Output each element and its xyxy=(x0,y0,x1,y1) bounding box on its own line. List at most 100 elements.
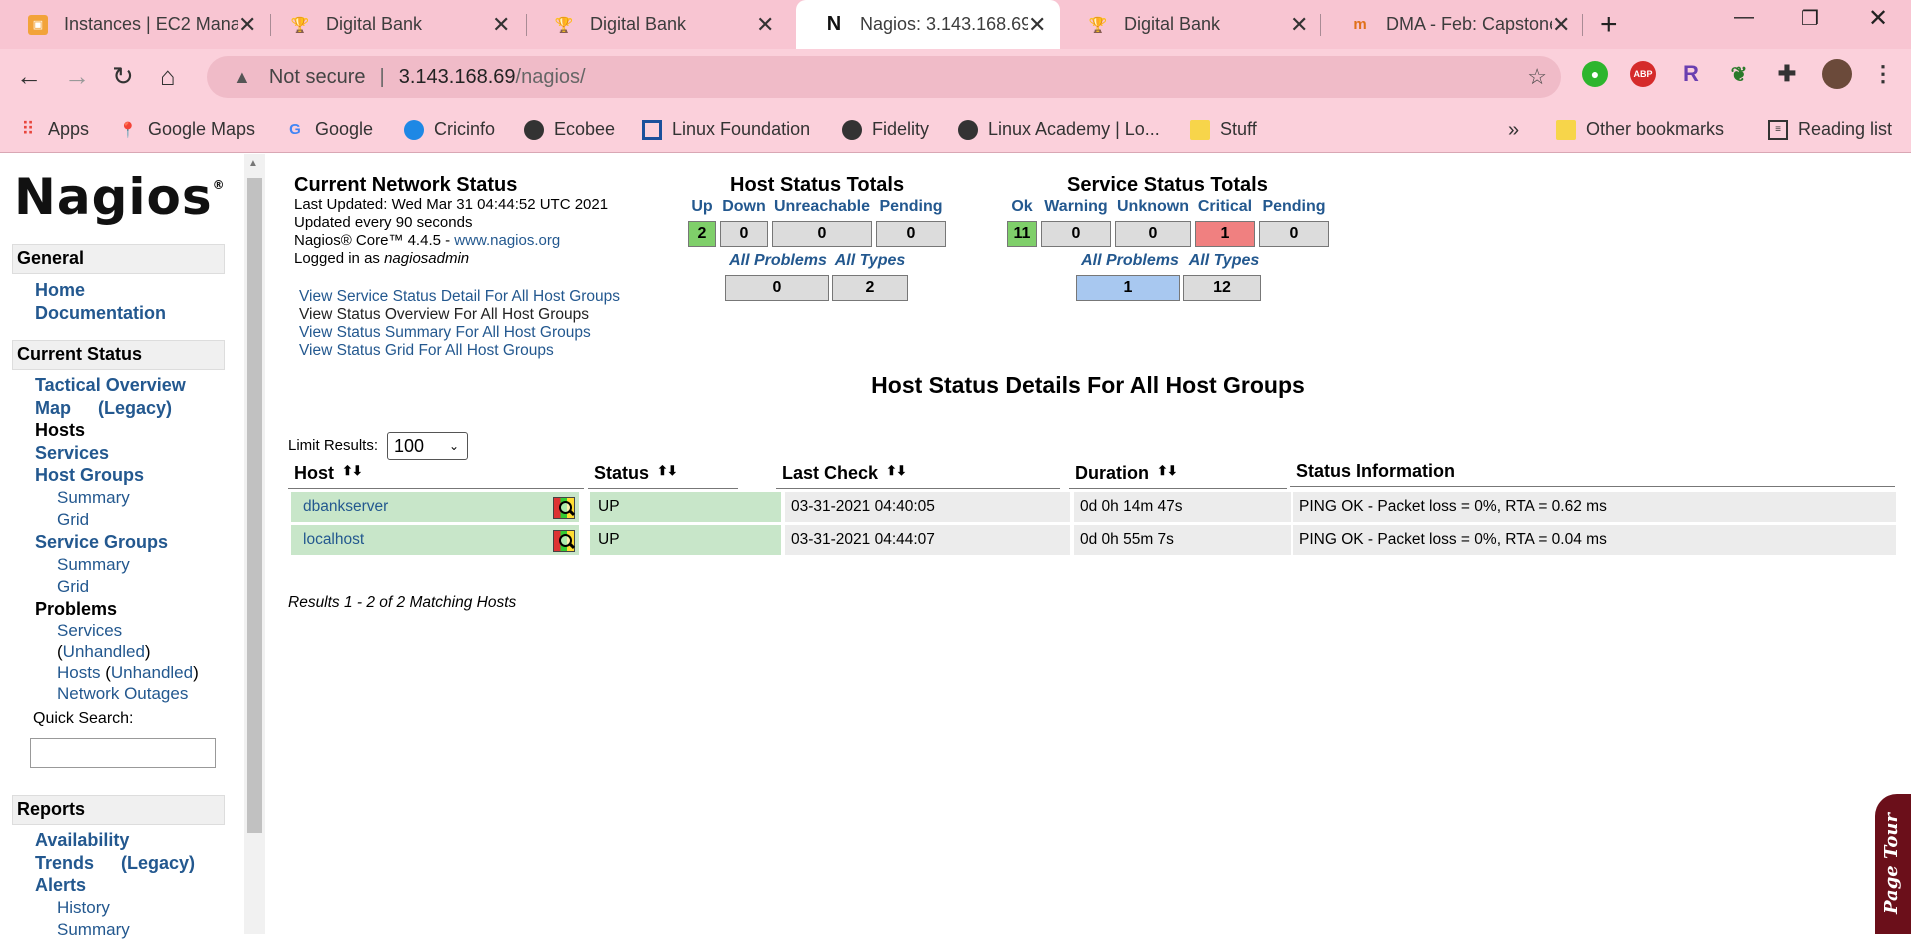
sort-arrows-icon[interactable]: ⬆⬇ xyxy=(886,463,907,478)
scroll-up-arrow-icon[interactable]: ▲ xyxy=(248,158,258,169)
nav-alerts[interactable]: Alerts xyxy=(35,875,86,896)
bookmark-linux-foundation[interactable]: Linux Foundation xyxy=(642,119,810,140)
nav-problems-services[interactable]: Services xyxy=(57,621,122,641)
service-all-types-header[interactable]: All Types xyxy=(1185,252,1263,270)
view-status-summary-link[interactable]: View Status Summary For All Host Groups xyxy=(299,324,591,342)
nav-trends[interactable]: Trends xyxy=(35,853,94,874)
puzzle-extensions-icon[interactable]: ✚ xyxy=(1774,61,1800,87)
host-down-count[interactable]: 0 xyxy=(720,221,768,247)
restore-icon[interactable]: ❐ xyxy=(1801,6,1819,31)
bookmark-linux-academy[interactable]: Linux Academy | Lo... xyxy=(958,119,1160,140)
nav-service-groups-summary[interactable]: Summary xyxy=(57,555,130,575)
nav-home[interactable]: Home xyxy=(35,280,85,301)
bookmark-google[interactable]: G Google xyxy=(285,119,373,140)
nav-hosts[interactable]: Hosts xyxy=(35,420,85,441)
avatar[interactable] xyxy=(1822,59,1852,89)
bookmarks-overflow-button[interactable]: » xyxy=(1508,119,1519,142)
host-all-problems-header[interactable]: All Problems xyxy=(727,252,829,270)
service-critical-count[interactable]: 1 xyxy=(1195,221,1255,247)
sidebar-scrollbar[interactable]: ▲ xyxy=(244,154,265,934)
service-critical-header[interactable]: Critical xyxy=(1194,198,1256,216)
host-up-count[interactable]: 2 xyxy=(688,221,716,247)
host-all-problems-count[interactable]: 0 xyxy=(725,275,829,301)
host-service-detail-icon[interactable] xyxy=(553,530,575,552)
extension-bird-icon[interactable]: ❦ xyxy=(1726,61,1752,87)
tab-dma[interactable]: m DMA - Feb: Capstone ✕ xyxy=(1322,0,1584,49)
reload-icon[interactable]: ↻ xyxy=(112,61,134,92)
host-link[interactable]: dbankserver xyxy=(303,498,388,515)
view-status-grid-link[interactable]: View Status Grid For All Host Groups xyxy=(299,342,554,360)
nav-map[interactable]: Map xyxy=(35,398,71,419)
quick-search-input[interactable] xyxy=(30,738,216,768)
home-icon[interactable]: ⌂ xyxy=(160,61,176,92)
nav-trends-legacy[interactable]: (Legacy) xyxy=(121,853,195,874)
host-link[interactable]: localhost xyxy=(303,531,364,548)
bookmark-apps[interactable]: ⠿ Apps xyxy=(18,119,89,140)
close-icon[interactable]: ✕ xyxy=(756,12,774,38)
back-arrow-icon[interactable]: ← xyxy=(16,61,42,92)
bookmark-star-icon[interactable]: ☆ xyxy=(1527,64,1547,90)
nagios-logo[interactable]: Nagios® xyxy=(14,168,226,226)
tab-digital-bank-2[interactable]: 🏆 Digital Bank ✕ xyxy=(526,0,788,49)
close-icon[interactable]: ✕ xyxy=(238,12,256,38)
tab-ec2[interactable]: ▣ Instances | EC2 Mana ✕ xyxy=(0,0,270,49)
adblock-icon[interactable]: ABP xyxy=(1630,61,1656,87)
bookmark-cricinfo[interactable]: Cricinfo xyxy=(404,119,495,140)
forward-arrow-icon[interactable]: → xyxy=(64,61,90,92)
nav-tactical-overview[interactable]: Tactical Overview xyxy=(35,375,186,396)
service-warning-count[interactable]: 0 xyxy=(1041,221,1111,247)
service-pending-header[interactable]: Pending xyxy=(1258,198,1330,216)
host-up-header[interactable]: Up xyxy=(687,198,717,216)
bookmark-ecobee[interactable]: Ecobee xyxy=(524,119,615,140)
nav-host-groups[interactable]: Host Groups xyxy=(35,465,144,486)
service-all-types-count[interactable]: 12 xyxy=(1183,275,1261,301)
nav-service-groups[interactable]: Service Groups xyxy=(35,532,168,553)
host-pending-count[interactable]: 0 xyxy=(876,221,946,247)
close-icon[interactable]: ✕ xyxy=(1552,12,1570,38)
service-ok-header[interactable]: Ok xyxy=(1006,198,1038,216)
close-icon[interactable]: ✕ xyxy=(1290,12,1308,38)
minimize-icon[interactable]: — xyxy=(1734,6,1754,29)
nav-problems-hosts[interactable]: Hosts xyxy=(57,663,100,682)
close-icon[interactable]: ✕ xyxy=(492,12,510,38)
nav-problems[interactable]: Problems xyxy=(35,599,117,620)
service-ok-count[interactable]: 11 xyxy=(1007,221,1037,247)
bookmark-fidelity[interactable]: Fidelity xyxy=(842,119,929,140)
nav-alerts-summary[interactable]: Summary xyxy=(57,920,130,940)
nav-problems-hosts-unhandled[interactable]: Unhandled xyxy=(111,663,193,682)
sort-arrows-icon[interactable]: ⬆⬇ xyxy=(342,463,363,478)
host-all-types-count[interactable]: 2 xyxy=(832,275,908,301)
bookmark-stuff[interactable]: Stuff xyxy=(1190,119,1257,140)
nagios-org-link[interactable]: www.nagios.org xyxy=(454,232,560,249)
nav-alerts-history[interactable]: History xyxy=(57,898,110,918)
tab-nagios[interactable]: N Nagios: 3.143.168.69 ✕ xyxy=(796,0,1060,49)
nav-availability[interactable]: Availability xyxy=(35,830,129,851)
view-status-overview-link[interactable]: View Status Overview For All Host Groups xyxy=(299,306,589,324)
nav-service-groups-grid[interactable]: Grid xyxy=(57,577,89,597)
other-bookmarks[interactable]: Other bookmarks xyxy=(1556,119,1724,140)
menu-dots-icon[interactable]: ⋮ xyxy=(1870,61,1896,87)
service-unknown-count[interactable]: 0 xyxy=(1115,221,1191,247)
nav-network-outages[interactable]: Network Outages xyxy=(57,684,188,704)
extension-r-icon[interactable]: R xyxy=(1678,61,1704,87)
nav-services[interactable]: Services xyxy=(35,443,109,464)
host-service-detail-icon[interactable] xyxy=(553,497,575,519)
service-all-problems-header[interactable]: All Problems xyxy=(1077,252,1183,270)
limit-results-select[interactable]: 100 ⌄ xyxy=(387,432,468,460)
new-tab-button[interactable]: + xyxy=(1600,8,1618,42)
service-pending-count[interactable]: 0 xyxy=(1259,221,1329,247)
page-tour-button[interactable]: Page Tour xyxy=(1875,794,1911,934)
nav-host-groups-summary[interactable]: Summary xyxy=(57,488,130,508)
nav-documentation[interactable]: Documentation xyxy=(35,303,166,324)
service-warning-header[interactable]: Warning xyxy=(1040,198,1112,216)
sort-arrows-icon[interactable]: ⬆⬇ xyxy=(1157,463,1178,478)
nav-problems-services-unhandled[interactable]: Unhandled xyxy=(63,642,145,661)
sort-arrows-icon[interactable]: ⬆⬇ xyxy=(657,463,678,478)
address-bar[interactable]: ▲ Not secure | 3.143.168.69/nagios/ ☆ xyxy=(207,56,1561,98)
host-unreachable-count[interactable]: 0 xyxy=(772,221,872,247)
host-pending-header[interactable]: Pending xyxy=(875,198,947,216)
window-close-icon[interactable]: ✕ xyxy=(1868,4,1888,33)
host-all-types-header[interactable]: All Types xyxy=(831,252,909,270)
close-icon[interactable]: ✕ xyxy=(1028,12,1046,38)
nav-map-legacy[interactable]: (Legacy) xyxy=(98,398,172,419)
